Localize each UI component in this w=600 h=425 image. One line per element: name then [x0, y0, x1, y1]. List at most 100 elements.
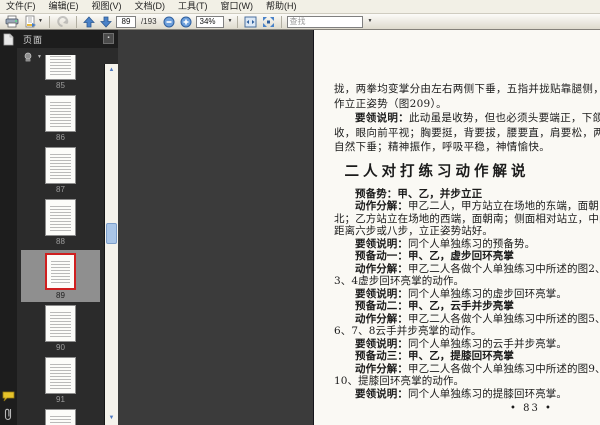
paragraph: 预备势：甲、乙，并步立正 动作分解：甲乙二人，甲方站立在场地的东端，面朝 北；乙…	[334, 188, 600, 401]
doc-line: 预备势：甲、乙，并步立正	[355, 187, 483, 200]
thumbnail-content-lines	[50, 362, 71, 389]
thumbnail-list: 85 86 87 88 89 90 91	[17, 55, 104, 425]
page-thumbnail[interactable]: 92	[17, 408, 104, 425]
menu-item[interactable]: 帮助(H)	[266, 0, 297, 13]
zoom-dropdown-caret-icon[interactable]: ▼	[228, 19, 233, 24]
menu-item[interactable]: 窗口(W)	[221, 0, 254, 13]
document-arrow-icon	[25, 15, 36, 28]
page-thumbnail[interactable]: 87	[17, 146, 104, 196]
doc-line: 预备动二：甲、乙，云手并步亮掌	[355, 300, 514, 312]
thumbnail-content-lines	[50, 204, 71, 231]
document-action-button[interactable]: ▼	[23, 15, 44, 29]
page-number-input[interactable]	[115, 15, 136, 28]
thumbnail-label: 85	[56, 81, 65, 90]
document-text: 拢，两拳均变掌分由左右两侧下垂，五指并拢贴靠腿侧，仍 作立正姿势（图209）。 …	[314, 30, 600, 425]
attachments-tab-icon[interactable]	[4, 407, 13, 421]
thumbnail-page-image	[45, 55, 76, 80]
previous-view-button[interactable]	[55, 15, 71, 29]
up-arrow-icon	[83, 15, 95, 27]
doc-line: 要领说明：同个人单独练习的云手并步亮掌。	[355, 337, 567, 350]
thumbnail-content-lines	[50, 55, 71, 75]
scroll-down-button[interactable]: ▼	[105, 413, 118, 424]
scroll-up-button[interactable]: ▲	[105, 65, 118, 76]
page-thumbnail[interactable]: 88	[17, 198, 104, 248]
page-thumbnail[interactable]: 89	[21, 250, 100, 302]
panel-options-button[interactable]: ▪	[103, 33, 114, 44]
fit-width-icon	[244, 16, 257, 27]
paragraph: 拢，两拳均变掌分由左右两侧下垂，五指并拢贴靠腿侧，仍 作立正姿势（图209）。 …	[334, 82, 600, 155]
pages-panel-title: 页面	[23, 34, 44, 45]
doc-line: 作立正姿势（图209）。	[334, 97, 447, 110]
menu-bar: 文件(F) 编辑(E) 视图(V) 文档(D) 工具(T) 窗口(W) 帮助(H…	[0, 0, 600, 14]
doc-line: 6、7、8云手并步亮掌的动作。	[334, 325, 482, 337]
page-thumbnail[interactable]: 91	[17, 356, 104, 406]
doc-line: 预备动一：甲、乙，虚步回环亮掌	[355, 250, 514, 262]
doc-line: 要领说明：此动虽是收势，但也必须头要端正，下颌内	[355, 112, 600, 124]
doc-line: 动作分解：甲乙二人各做个人单独练习中所述的图2、	[355, 262, 600, 275]
print-button[interactable]	[4, 15, 20, 29]
comments-tab-icon[interactable]	[2, 391, 15, 402]
dropdown-caret-icon[interactable]: ▼	[38, 19, 43, 24]
previous-page-button[interactable]	[82, 15, 96, 29]
thumbnail-page-image	[45, 409, 76, 425]
doc-line: 收，眼向前平视；胸要挺，背要拔，腰要直，肩要松，两臂	[334, 126, 600, 139]
thumbnail-label: 89	[56, 291, 65, 300]
find-input[interactable]	[287, 15, 364, 28]
scrollbar-thumb[interactable]	[106, 223, 117, 244]
toolbar-separator	[75, 15, 77, 28]
fit-width-button[interactable]	[243, 15, 258, 29]
page-thumbnail[interactable]: 85	[17, 55, 104, 92]
page-number-label: • 83 •	[510, 403, 553, 414]
doc-line: 10、提膝回环亮掌的动作。	[334, 375, 465, 387]
down-arrow-icon	[100, 16, 112, 28]
menu-item[interactable]: 文档(D)	[135, 0, 166, 13]
thumbnail-label: 88	[56, 237, 65, 246]
menu-item[interactable]: 文件(F)	[6, 0, 36, 13]
doc-line: 要领说明：同个人单独练习的提膝回环亮掌。	[355, 387, 567, 400]
thumbnail-label: 86	[56, 133, 65, 142]
zoom-in-button[interactable]	[179, 15, 193, 29]
menu-item[interactable]: 视图(V)	[92, 0, 122, 13]
page-count-label: /193	[140, 17, 157, 26]
doc-line: 北；乙方站立在场地的西端，面朝南；侧面相对站立，中间	[334, 212, 600, 225]
thumbnail-page-image	[45, 147, 76, 184]
toolbar-separator	[281, 15, 283, 28]
page-thumbnail[interactable]: 86	[17, 94, 104, 144]
document-page: 拢，两拳均变掌分由左右两侧下垂，五指并拢贴靠腿侧，仍 作立正姿势（图209）。 …	[313, 30, 600, 425]
menu-item[interactable]: 工具(T)	[178, 0, 208, 13]
zoom-in-icon	[180, 16, 192, 27]
document-canvas: 拢，两拳均变掌分由左右两侧下垂，五指并拢贴靠腿侧，仍 作立正姿势（图209）。 …	[118, 30, 600, 425]
doc-line: 动作分解：甲乙二人各做个人单独练习中所述的图5、	[355, 312, 600, 325]
doc-line: 要领说明：同个人单独练习的预备势。	[355, 237, 536, 250]
pages-tab-icon[interactable]	[3, 33, 14, 46]
printer-icon	[5, 15, 19, 28]
page-thumbnail[interactable]: 90	[17, 304, 104, 354]
section-heading: 二人对打练习动作解说	[344, 162, 530, 180]
doc-line: 3、4虚步回环亮掌的动作。	[334, 275, 465, 287]
doc-line: 动作分解：甲乙二人，甲方站立在场地的东端，面朝	[355, 200, 599, 212]
toolbar-separator	[48, 15, 50, 28]
zoom-out-icon	[163, 16, 175, 27]
zoom-level-input[interactable]	[195, 15, 224, 28]
pages-panel: ▼ 85 86 87 88 89 90 91 ▲ ▼	[17, 48, 118, 425]
thumbnail-content-lines	[50, 100, 71, 127]
thumbnail-scrollbar[interactable]: ▲ ▼	[104, 64, 118, 425]
pages-panel-header: 页面 ▪	[17, 30, 118, 48]
fit-page-icon	[263, 16, 275, 27]
menu-item[interactable]: 编辑(E)	[49, 0, 79, 13]
doc-line: 自然下垂；精神振作，呼吸平稳，神情愉快。	[334, 141, 550, 153]
find-dropdown-caret-icon[interactable]: ▼	[367, 19, 372, 24]
doc-line: 预备动三：甲、乙，提膝回环亮掌	[355, 350, 514, 362]
previous-view-icon	[57, 16, 69, 27]
toolbar: ▼ /193 ▼	[0, 14, 600, 30]
toolbar-separator	[237, 15, 239, 28]
thumbnail-label: 90	[56, 343, 65, 352]
next-page-button[interactable]	[99, 15, 113, 29]
thumbnail-content-lines	[50, 414, 71, 425]
thumbnail-label: 91	[56, 395, 65, 404]
doc-line: 要领说明：同个人单独练习的虚步回环亮掌。	[355, 287, 567, 300]
thumbnail-page-image	[45, 357, 76, 394]
fit-page-button[interactable]	[261, 15, 276, 29]
doc-line: 距离六步或八步，立正姿势站好。	[334, 225, 493, 237]
zoom-out-button[interactable]	[162, 15, 176, 29]
